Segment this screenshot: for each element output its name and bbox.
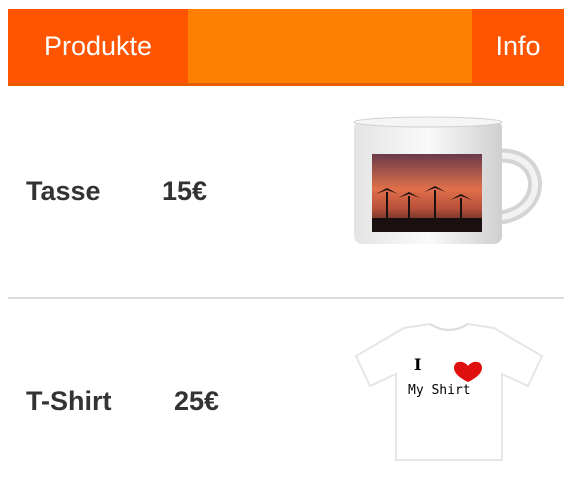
app-screen: Produkte Info Tasse 15€ T-Shirt 25€ I My… — [0, 0, 564, 499]
tab-info-label: Info — [495, 30, 541, 61]
shirt-print-text: My Shirt — [408, 383, 471, 398]
product-row-tasse[interactable]: Tasse 15€ — [8, 96, 564, 294]
tab-products-label: Produkte — [43, 30, 153, 61]
tab-info[interactable]: Info — [472, 9, 564, 83]
product-name: T-Shirt — [26, 386, 112, 416]
tab-products[interactable]: Produkte — [8, 9, 188, 83]
shirt-print-i: I — [414, 355, 421, 374]
product-row-tshirt[interactable]: T-Shirt 25€ I My Shirt — [8, 302, 564, 499]
tshirt-icon: I My Shirt — [354, 322, 544, 461]
mug-icon — [353, 116, 542, 244]
tab-bar: Produkte Info — [8, 9, 564, 86]
list-divider — [8, 297, 564, 299]
product-price: 15€ — [162, 176, 208, 206]
product-name: Tasse — [26, 176, 101, 206]
product-price: 25€ — [174, 386, 220, 416]
